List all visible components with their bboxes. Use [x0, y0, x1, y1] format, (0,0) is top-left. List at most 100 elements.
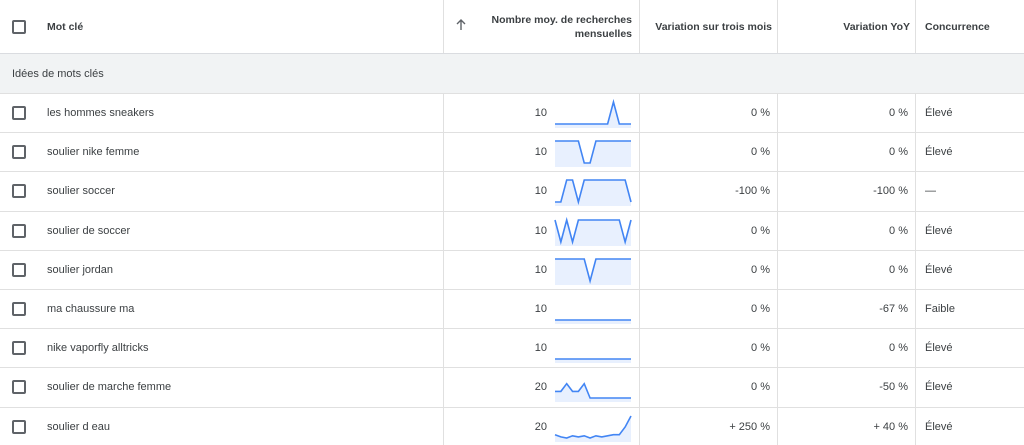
avg-searches-value: 20 — [534, 381, 547, 394]
table-row[interactable]: ma chaussure ma 10 0 % -67 % Faible — [0, 290, 1024, 330]
avg-searches-cell: 10 — [470, 172, 547, 210]
column-divider — [777, 211, 778, 250]
column-divider — [639, 94, 640, 133]
trend-cell — [554, 329, 632, 367]
row-checkbox[interactable] — [12, 145, 26, 160]
column-divider — [777, 94, 778, 133]
row-checkbox-cell[interactable] — [12, 172, 32, 210]
arrow-up-icon[interactable] — [455, 18, 467, 35]
yoy-cell: -50 % — [784, 368, 908, 406]
row-checkbox-cell[interactable] — [12, 290, 32, 328]
column-divider — [639, 290, 640, 329]
row-checkbox[interactable] — [12, 419, 26, 434]
three-month-value: 0 % — [751, 303, 770, 316]
avg-searches-value: 10 — [534, 263, 547, 276]
three-month-value: 0 % — [751, 224, 770, 237]
column-divider — [915, 133, 916, 172]
yoy-cell: 0 % — [784, 133, 908, 171]
yoy-value: -67 % — [879, 303, 908, 316]
row-checkbox-cell[interactable] — [12, 94, 32, 132]
yoy-column-header[interactable]: Variation YoY — [784, 0, 910, 53]
table-row[interactable]: soulier de marche femme 20 0 % -50 % Éle… — [0, 368, 1024, 408]
row-checkbox[interactable] — [12, 262, 26, 277]
trend-sparkline — [555, 98, 631, 129]
competition-value: Élevé — [925, 263, 953, 276]
column-divider — [443, 329, 444, 368]
group-row: Idées de mots clés — [0, 54, 1024, 94]
yoy-header-label: Variation YoY — [843, 20, 910, 33]
avg-searches-column-header[interactable]: Nombre moy. de recherches mensuelles — [470, 0, 632, 53]
three-month-cell: 0 % — [646, 212, 770, 250]
row-checkbox-cell[interactable] — [12, 329, 32, 367]
row-checkbox-cell[interactable] — [12, 408, 32, 445]
row-checkbox[interactable] — [12, 380, 26, 395]
row-checkbox[interactable] — [12, 341, 26, 356]
table-row[interactable]: soulier nike femme 10 0 % 0 % Élevé — [0, 133, 1024, 173]
table-row[interactable]: soulier d eau 20 + 250 % + 40 % Élevé — [0, 407, 1024, 445]
row-checkbox[interactable] — [12, 223, 26, 238]
keyword-cell: nike vaporfly alltricks — [47, 329, 427, 367]
three-month-cell: 0 % — [646, 368, 770, 406]
table-row[interactable]: soulier soccer 10 -100 % -100 % — — [0, 172, 1024, 212]
three-month-cell: 0 % — [646, 290, 770, 328]
column-divider — [639, 211, 640, 250]
avg-searches-value: 10 — [534, 107, 547, 120]
keyword-cell: soulier de soccer — [47, 212, 427, 250]
avg-searches-value: 10 — [534, 342, 547, 355]
table-row[interactable]: nike vaporfly alltricks 10 0 % 0 % Élevé — [0, 329, 1024, 369]
avg-searches-value: 10 — [534, 146, 547, 159]
trend-line — [554, 415, 632, 439]
competition-column-header[interactable]: Concurrence — [925, 0, 1024, 53]
three-month-value: 0 % — [751, 107, 770, 120]
avg-searches-value: 10 — [534, 224, 547, 237]
three-month-value: -100 % — [735, 185, 770, 198]
column-divider — [777, 133, 778, 172]
row-checkbox[interactable] — [12, 184, 26, 199]
competition-value: Élevé — [925, 107, 953, 120]
yoy-cell: -100 % — [784, 172, 908, 210]
row-checkbox[interactable] — [12, 302, 26, 317]
keyword-text: soulier de soccer — [47, 224, 131, 237]
select-all-checkbox-cell[interactable] — [12, 0, 32, 53]
row-checkbox-cell[interactable] — [12, 368, 32, 406]
competition-value: Élevé — [925, 381, 953, 394]
row-checkbox-cell[interactable] — [12, 133, 32, 171]
column-divider — [443, 0, 444, 53]
table-row[interactable]: les hommes sneakers 10 0 % 0 % Élevé — [0, 94, 1024, 134]
yoy-value: 0 % — [889, 342, 908, 355]
trend-cell — [554, 133, 632, 171]
avg-searches-cell: 10 — [470, 329, 547, 367]
three-month-value: 0 % — [751, 381, 770, 394]
yoy-cell: 0 % — [784, 329, 908, 367]
three-month-cell: + 250 % — [646, 408, 770, 445]
avg-searches-value: 10 — [534, 185, 547, 198]
keyword-cell: soulier nike femme — [47, 133, 427, 171]
trend-sparkline — [554, 415, 632, 442]
column-divider — [443, 172, 444, 211]
three-month-column-header[interactable]: Variation sur trois mois — [646, 0, 772, 53]
three-month-value: 0 % — [751, 146, 770, 159]
table-row[interactable]: soulier de soccer 10 0 % 0 % Élevé — [0, 211, 1024, 251]
column-divider — [915, 407, 916, 445]
trend-area — [555, 384, 631, 403]
column-divider — [443, 250, 444, 289]
keyword-column-header[interactable]: Mot clé — [47, 0, 427, 53]
table-row[interactable]: soulier jordan 10 0 % 0 % Élevé — [0, 250, 1024, 290]
select-all-checkbox[interactable] — [12, 19, 26, 34]
row-checkbox-cell[interactable] — [12, 251, 32, 289]
three-month-cell: 0 % — [646, 133, 770, 171]
competition-cell: Élevé — [925, 212, 1024, 250]
row-checkbox-cell[interactable] — [12, 212, 32, 250]
three-month-value: + 250 % — [729, 420, 770, 433]
keyword-cell: soulier d eau — [47, 408, 427, 445]
table-header: Mot clé Nombre moy. de recherches mensue… — [0, 0, 1024, 54]
row-checkbox[interactable] — [12, 106, 26, 121]
competition-cell: Élevé — [925, 329, 1024, 367]
keyword-text: soulier d eau — [47, 420, 110, 433]
avg-searches-cell: 10 — [470, 290, 547, 328]
yoy-value: 0 % — [889, 107, 908, 120]
avg-searches-value: 10 — [534, 303, 547, 316]
yoy-value: 0 % — [889, 224, 908, 237]
keyword-text: nike vaporfly alltricks — [47, 342, 149, 355]
competition-value: Élevé — [925, 342, 953, 355]
